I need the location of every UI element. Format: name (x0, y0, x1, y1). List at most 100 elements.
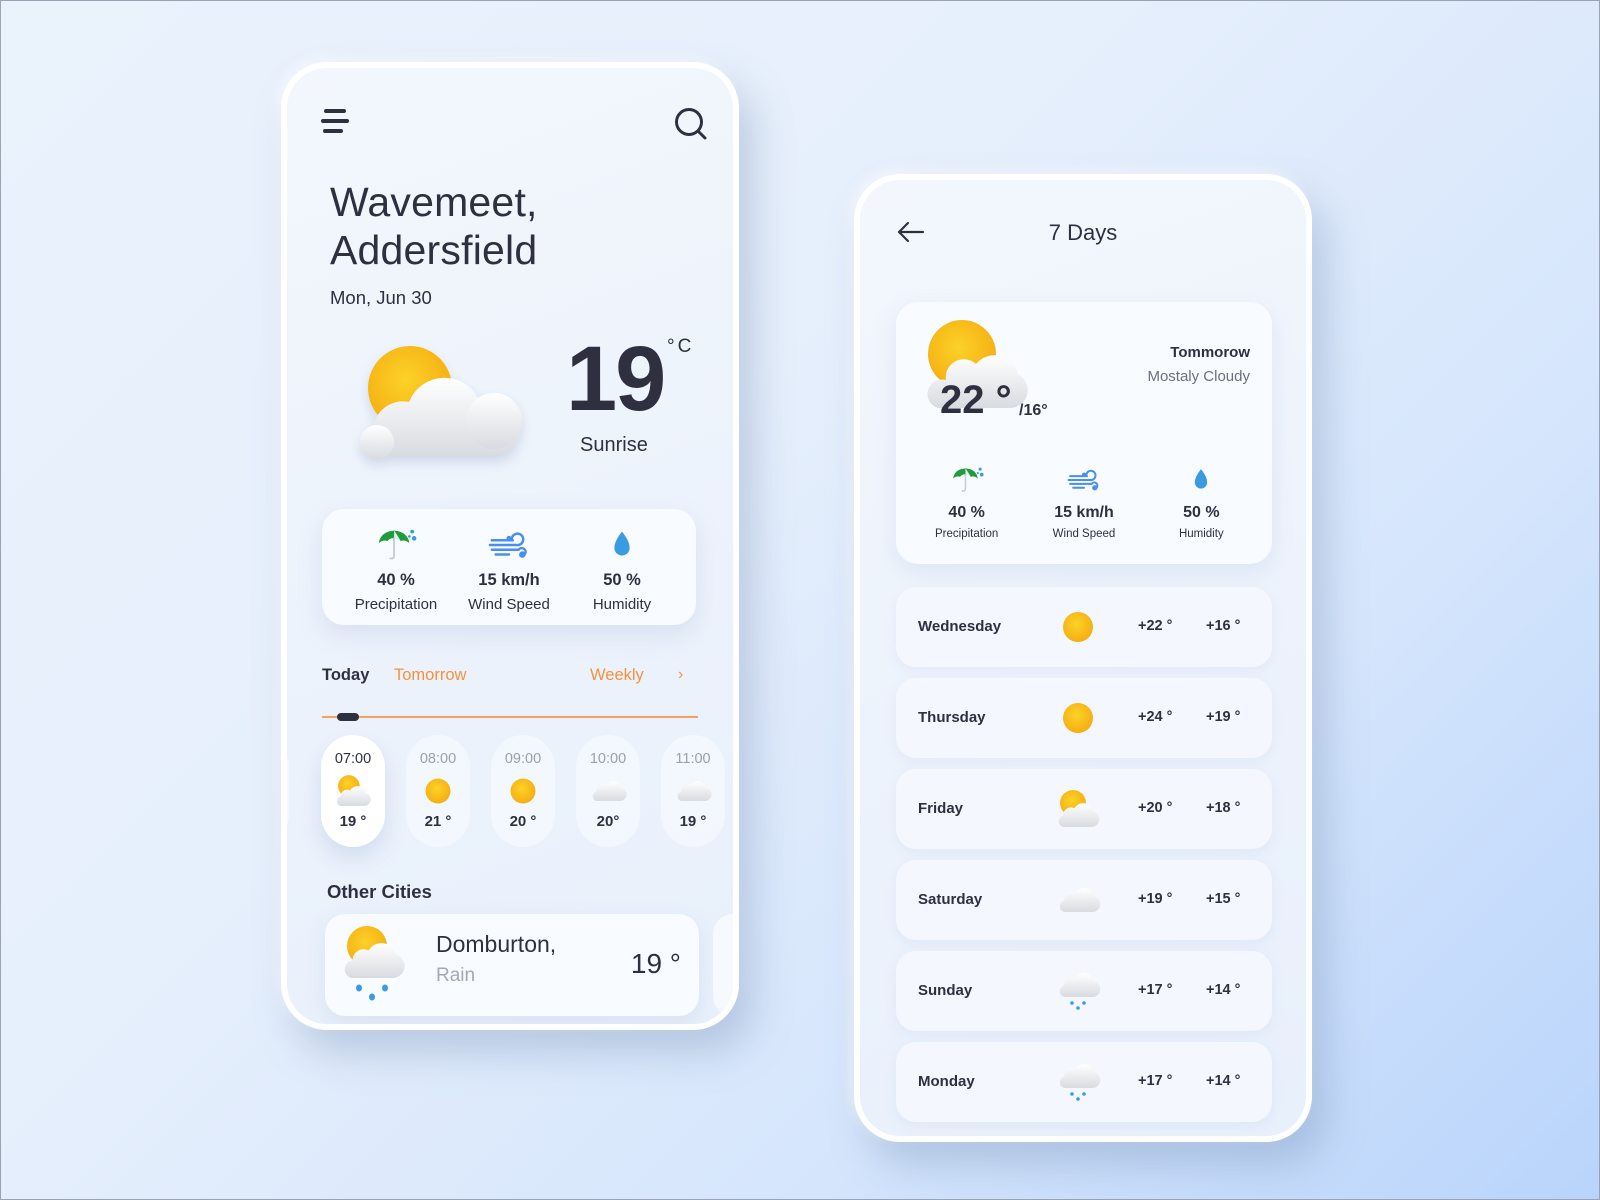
page-title: 7 Days (1048, 220, 1118, 245)
day-name: Sunday (918, 982, 973, 999)
tomorrow-stats: 40 % Precipitation 15 km/h Wind Speed 50… (896, 464, 1272, 540)
day-row-saturday[interactable]: Saturday +19 ° +15 ° (896, 860, 1272, 940)
day-row-sunday[interactable]: Sunday +17 ° +14 ° (896, 951, 1272, 1031)
tomorrow-condition: Mostaly Cloudy (1147, 368, 1250, 385)
day-name: Wednesday (918, 618, 1002, 635)
day-high: +22 ° (1138, 618, 1173, 634)
hour-temp: 19 ° (679, 813, 707, 830)
day-high: +17 ° (1138, 1073, 1173, 1089)
day-row-friday[interactable]: Friday +20 ° +18 ° (896, 769, 1272, 849)
search-icon[interactable] (673, 106, 709, 142)
hour-card[interactable]: 11:00 19 ° (661, 735, 725, 847)
city-condition: Rain (436, 965, 476, 986)
stat-label: Precipitation (935, 528, 999, 540)
hour-card[interactable]: 10:00 20° (576, 735, 640, 847)
stat-value: 15 km/h (1054, 504, 1114, 521)
cloud-icon (585, 771, 631, 811)
day-name: Monday (918, 1073, 975, 1090)
current-condition-label: Sunrise (580, 434, 648, 456)
hourly-forecast-list[interactable]: 06:00 07:00 19 ° 08:00 21 ° 09:00 20 ° 1… (287, 735, 733, 851)
tomorrow-label: Tommorow (1170, 344, 1250, 361)
stat-label: Humidity (1178, 528, 1224, 540)
hour-card-active[interactable]: 07:00 19 ° (321, 735, 385, 847)
umbrella-icon (375, 525, 417, 565)
stat-wind-speed: 15 km/h Wind Speed (1025, 464, 1142, 540)
day-low: +16 ° (1206, 618, 1241, 634)
stat-label: Wind Speed (1052, 528, 1116, 540)
hour-card[interactable]: 09:00 20 ° (491, 735, 555, 847)
day-row-monday[interactable]: Monday +17 ° +14 ° (896, 1042, 1272, 1122)
hour-time: 08:00 (419, 751, 457, 767)
tab-weekly[interactable]: Weekly (590, 666, 644, 685)
weather-stats-card: 40 % Precipitation 15 km/h Wind Speed 50… (322, 509, 696, 625)
stat-precipitation: 40 % Precipitation (346, 525, 446, 625)
stat-value: 15 km/h (478, 571, 540, 589)
hour-time: 10:00 (589, 751, 627, 767)
main-weather-screen: Wavemeet, Addersfield Mon, Jun 30 19 °C … (281, 62, 739, 1030)
hour-temp: 20° (596, 813, 620, 830)
hourly-scroll-thumb[interactable] (337, 713, 359, 721)
cloud-icon (670, 771, 716, 811)
partly-cloudy-icon (330, 771, 376, 811)
period-tabs: Today Tomorrow Weekly › (322, 666, 696, 696)
droplet-icon (601, 525, 643, 565)
stat-value: 40 % (377, 571, 415, 589)
day-high: +24 ° (1138, 709, 1173, 725)
location-title: Wavemeet, Addersfield (330, 178, 538, 274)
day-row-wednesday[interactable]: Wednesday +22 ° +16 ° (896, 587, 1272, 667)
wind-icon (1067, 464, 1101, 496)
hour-time: 09:00 (504, 751, 542, 767)
day-low: +14 ° (1206, 982, 1241, 998)
day-name: Friday (918, 800, 964, 817)
hour-time: 07:00 (334, 751, 372, 767)
hour-temp: 20 ° (509, 813, 537, 830)
day-low: +18 ° (1206, 800, 1241, 816)
wind-icon (488, 525, 530, 565)
hour-temp: 21 ° (424, 813, 452, 830)
day-name: Thursday (918, 709, 986, 726)
hourly-scroll-track[interactable] (322, 716, 698, 718)
stat-value: 50 % (1183, 504, 1220, 521)
hour-temp: 19 ° (339, 813, 367, 830)
umbrella-icon (950, 464, 984, 496)
temperature-unit: °C (667, 336, 695, 357)
tab-today[interactable]: Today (322, 666, 369, 685)
location-line-1: Wavemeet, (330, 179, 538, 225)
stat-label: Wind Speed (468, 596, 550, 613)
hour-card[interactable]: 08:00 21 ° (406, 735, 470, 847)
day-name: Saturday (918, 891, 983, 908)
sun-icon (415, 771, 461, 811)
sun-icon (1054, 694, 1102, 742)
current-temperature: 19 (566, 328, 666, 430)
stat-wind-speed: 15 km/h Wind Speed (459, 525, 559, 625)
tomorrow-low: /16° (1019, 402, 1048, 419)
rain-icon (1054, 1058, 1102, 1106)
rain-icon (1054, 967, 1102, 1015)
stat-value: 50 % (603, 571, 641, 589)
hour-card[interactable]: 06:00 (287, 735, 289, 847)
current-date: Mon, Jun 30 (330, 287, 432, 308)
city-card[interactable]: Domburton, Rain 19 ° (325, 914, 699, 1016)
tomorrow-high: 22 ° (940, 378, 1012, 422)
daily-forecast-list: Wednesday +22 ° +16 ° Thursday +24 ° +19… (896, 587, 1272, 1133)
day-high: +17 ° (1138, 982, 1173, 998)
day-row-thursday[interactable]: Thursday +24 ° +19 ° (896, 678, 1272, 758)
stat-humidity: 50 % Humidity (1143, 464, 1260, 540)
day-low: +15 ° (1206, 891, 1241, 907)
day-high: +20 ° (1138, 800, 1173, 816)
tab-tomorrow[interactable]: Tomorrow (394, 666, 466, 685)
location-line-2: Addersfield (330, 227, 538, 273)
stat-label: Humidity (592, 596, 652, 613)
other-cities-heading: Other Cities (327, 881, 432, 902)
day-low: +19 ° (1206, 709, 1241, 725)
stat-precipitation: 40 % Precipitation (908, 464, 1025, 540)
stat-label: Precipitation (354, 596, 438, 613)
hour-time: 11:00 (675, 751, 711, 767)
chevron-right-icon[interactable]: › (678, 666, 683, 684)
city-card-next[interactable] (713, 914, 733, 1016)
partly-cloudy-icon (360, 346, 522, 459)
stat-value: 40 % (948, 504, 985, 521)
partly-cloudy-rain-icon (341, 922, 411, 1008)
city-name: Domburton, (436, 931, 557, 957)
menu-icon[interactable] (321, 106, 351, 136)
